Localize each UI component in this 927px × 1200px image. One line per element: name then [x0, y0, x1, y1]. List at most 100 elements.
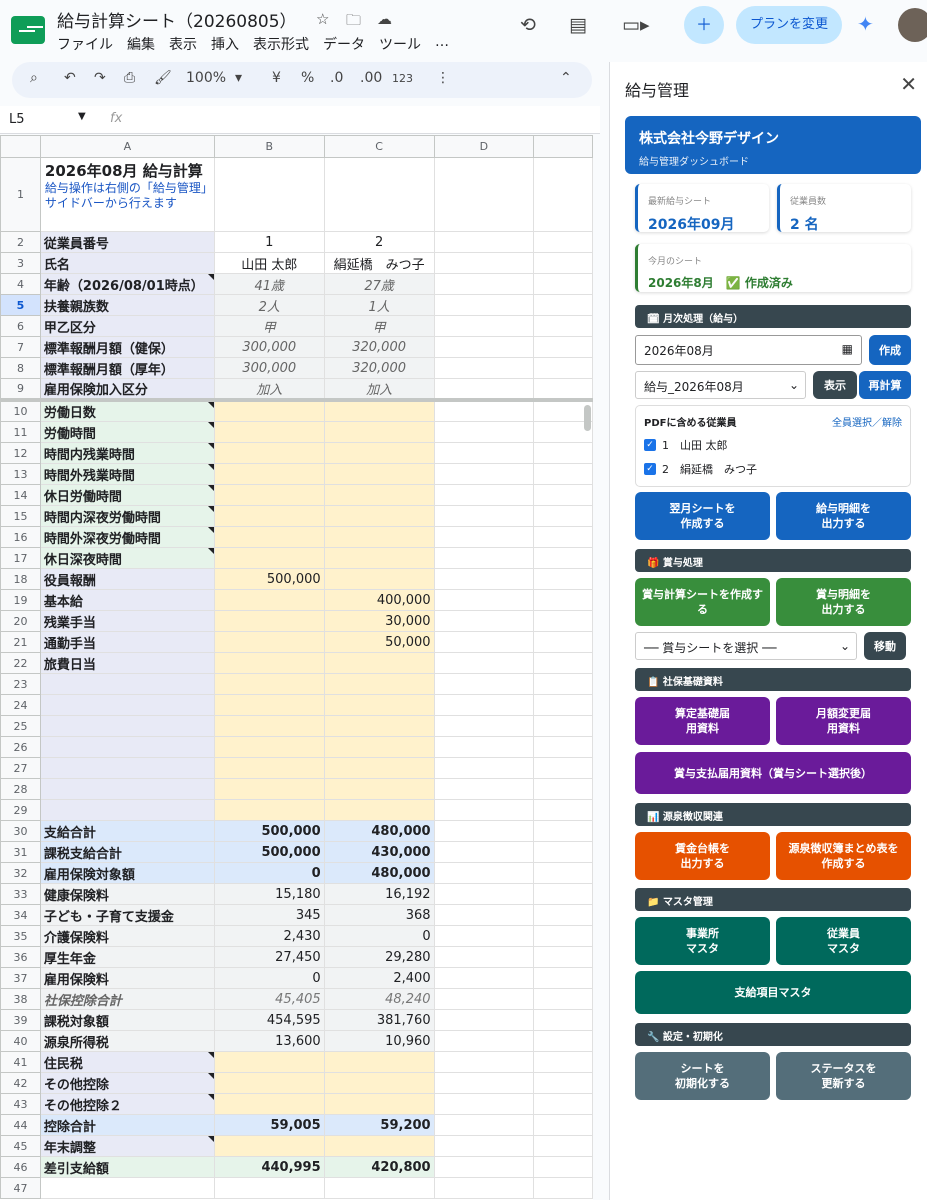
cell[interactable] [533, 799, 593, 821]
change-plan-button[interactable]: プランを変更 [736, 6, 842, 44]
cell[interactable] [533, 294, 593, 316]
row-label-cell[interactable] [39, 694, 215, 716]
value-cell-b[interactable]: 加入 [213, 378, 325, 402]
cell[interactable] [433, 631, 535, 653]
row-label-cell[interactable]: 氏名 [39, 252, 215, 274]
bonus-calc-button[interactable]: 賞与計算シートを作成する [635, 578, 770, 626]
redo-icon[interactable]: ↷ [94, 70, 106, 86]
value-cell-c[interactable]: 420,800 [323, 1156, 435, 1178]
row-header[interactable]: 44 [0, 1114, 41, 1136]
value-cell-c[interactable]: 480,000 [323, 820, 435, 842]
value-cell-b[interactable] [213, 652, 325, 674]
employee-checkbox-2[interactable]: ✓ 2 絹延橋 みつ子 [644, 461, 902, 477]
row-label-cell[interactable]: 子ども・子育て支援金 [39, 904, 215, 926]
cell[interactable] [533, 652, 593, 674]
row-label-cell[interactable]: その他控除２ [39, 1093, 215, 1115]
cell[interactable] [533, 336, 593, 358]
row-header[interactable]: 20 [0, 610, 41, 632]
value-cell-b[interactable] [213, 1093, 325, 1115]
cell[interactable] [533, 988, 593, 1010]
cell[interactable] [533, 967, 593, 989]
comment-icon[interactable]: ▤ [569, 14, 587, 36]
row-label-cell[interactable]: 支給合計 [39, 820, 215, 842]
cell[interactable] [533, 841, 593, 863]
value-cell-b[interactable]: 0 [213, 862, 325, 884]
cell[interactable] [533, 484, 593, 506]
menu-insert[interactable]: 挿入 [211, 34, 239, 54]
row-label-cell[interactable]: 住民税 [39, 1051, 215, 1073]
cell[interactable] [533, 1114, 593, 1136]
cell[interactable] [433, 799, 535, 821]
cell[interactable] [533, 1135, 593, 1157]
row-header[interactable]: 10 [0, 399, 41, 422]
cell[interactable] [533, 463, 593, 485]
row-header[interactable]: 18 [0, 568, 41, 590]
cell[interactable] [433, 252, 535, 274]
row-label-cell[interactable]: 基本給 [39, 589, 215, 611]
cell[interactable] [433, 988, 535, 1010]
row-header[interactable]: 27 [0, 757, 41, 779]
row-label-cell[interactable] [39, 673, 215, 695]
value-cell-c[interactable] [323, 1093, 435, 1115]
cell[interactable] [433, 231, 535, 253]
cell[interactable] [533, 925, 593, 947]
row-header[interactable]: 47 [0, 1177, 41, 1199]
cell[interactable] [433, 946, 535, 968]
value-cell-b[interactable] [213, 631, 325, 653]
value-cell-c[interactable] [323, 463, 435, 485]
cell[interactable] [533, 442, 593, 464]
number-format[interactable]: 123 [392, 72, 413, 85]
column-header-e[interactable] [533, 135, 593, 158]
cell[interactable] [433, 1093, 535, 1115]
close-icon[interactable]: ✕ [900, 72, 917, 96]
value-cell-b[interactable]: 41歳 [213, 273, 325, 295]
row-label-cell[interactable]: 通勤手当 [39, 631, 215, 653]
row-label-cell[interactable] [39, 1177, 215, 1199]
value-cell-b[interactable]: 454,595 [213, 1009, 325, 1031]
row-header[interactable]: 16 [0, 526, 41, 548]
row-label-cell[interactable]: 控除合計 [39, 1114, 215, 1136]
print-icon[interactable]: ⎙ [124, 70, 135, 86]
name-box[interactable]: L5 [9, 112, 25, 127]
row-label-cell[interactable]: 労働日数 [39, 399, 215, 422]
recalc-button[interactable]: 再計算 [859, 371, 911, 399]
more-options-icon[interactable]: ⋮ [436, 70, 450, 86]
pay-item-master-button[interactable]: 支給項目マスタ [635, 971, 911, 1014]
cell[interactable] [533, 357, 593, 379]
value-cell-b[interactable] [213, 442, 325, 464]
value-cell-c[interactable]: 368 [323, 904, 435, 926]
cloud-status-icon[interactable]: ☁ [377, 10, 392, 28]
row-header[interactable]: 42 [0, 1072, 41, 1094]
value-cell-b[interactable] [213, 673, 325, 695]
column-header-d[interactable]: D [433, 135, 535, 158]
row-label-cell[interactable]: 健康保険料 [39, 883, 215, 905]
value-cell-c[interactable]: 430,000 [323, 841, 435, 863]
checkbox-checked-icon[interactable]: ✓ [644, 439, 656, 451]
cell[interactable] [433, 442, 535, 464]
next-month-sheet-button[interactable]: 翌月シートを 作成する [635, 492, 770, 540]
value-cell-b[interactable]: 0 [213, 967, 325, 989]
value-cell-c[interactable]: 27歳 [323, 273, 435, 295]
cell[interactable] [533, 589, 593, 611]
cell[interactable] [433, 378, 535, 402]
employee-checkbox-1[interactable]: ✓ 1 山田 太郎 [644, 437, 902, 453]
row-label-cell[interactable]: 年末調整 [39, 1135, 215, 1157]
value-cell-c[interactable]: 0 [323, 925, 435, 947]
value-cell-c[interactable]: 16,192 [323, 883, 435, 905]
value-cell-b[interactable] [213, 1177, 325, 1199]
value-cell-b[interactable] [213, 505, 325, 527]
value-cell-c[interactable] [323, 1072, 435, 1094]
row-header[interactable]: 1 [0, 157, 41, 232]
row-label-cell[interactable]: 厚生年金 [39, 946, 215, 968]
row-header[interactable]: 28 [0, 778, 41, 800]
row-label-cell[interactable]: 旅費日当 [39, 652, 215, 674]
row-label-cell[interactable]: 雇用保険加入区分 [39, 378, 215, 402]
row-label-cell[interactable]: 休日深夜時間 [39, 547, 215, 569]
value-cell-b[interactable]: 45,405 [213, 988, 325, 1010]
row-header[interactable]: 6 [0, 315, 41, 337]
row-header[interactable]: 22 [0, 652, 41, 674]
value-cell-b[interactable] [213, 547, 325, 569]
value-cell-b[interactable]: 13,600 [213, 1030, 325, 1052]
cell[interactable] [433, 157, 535, 232]
row-header[interactable]: 7 [0, 336, 41, 358]
